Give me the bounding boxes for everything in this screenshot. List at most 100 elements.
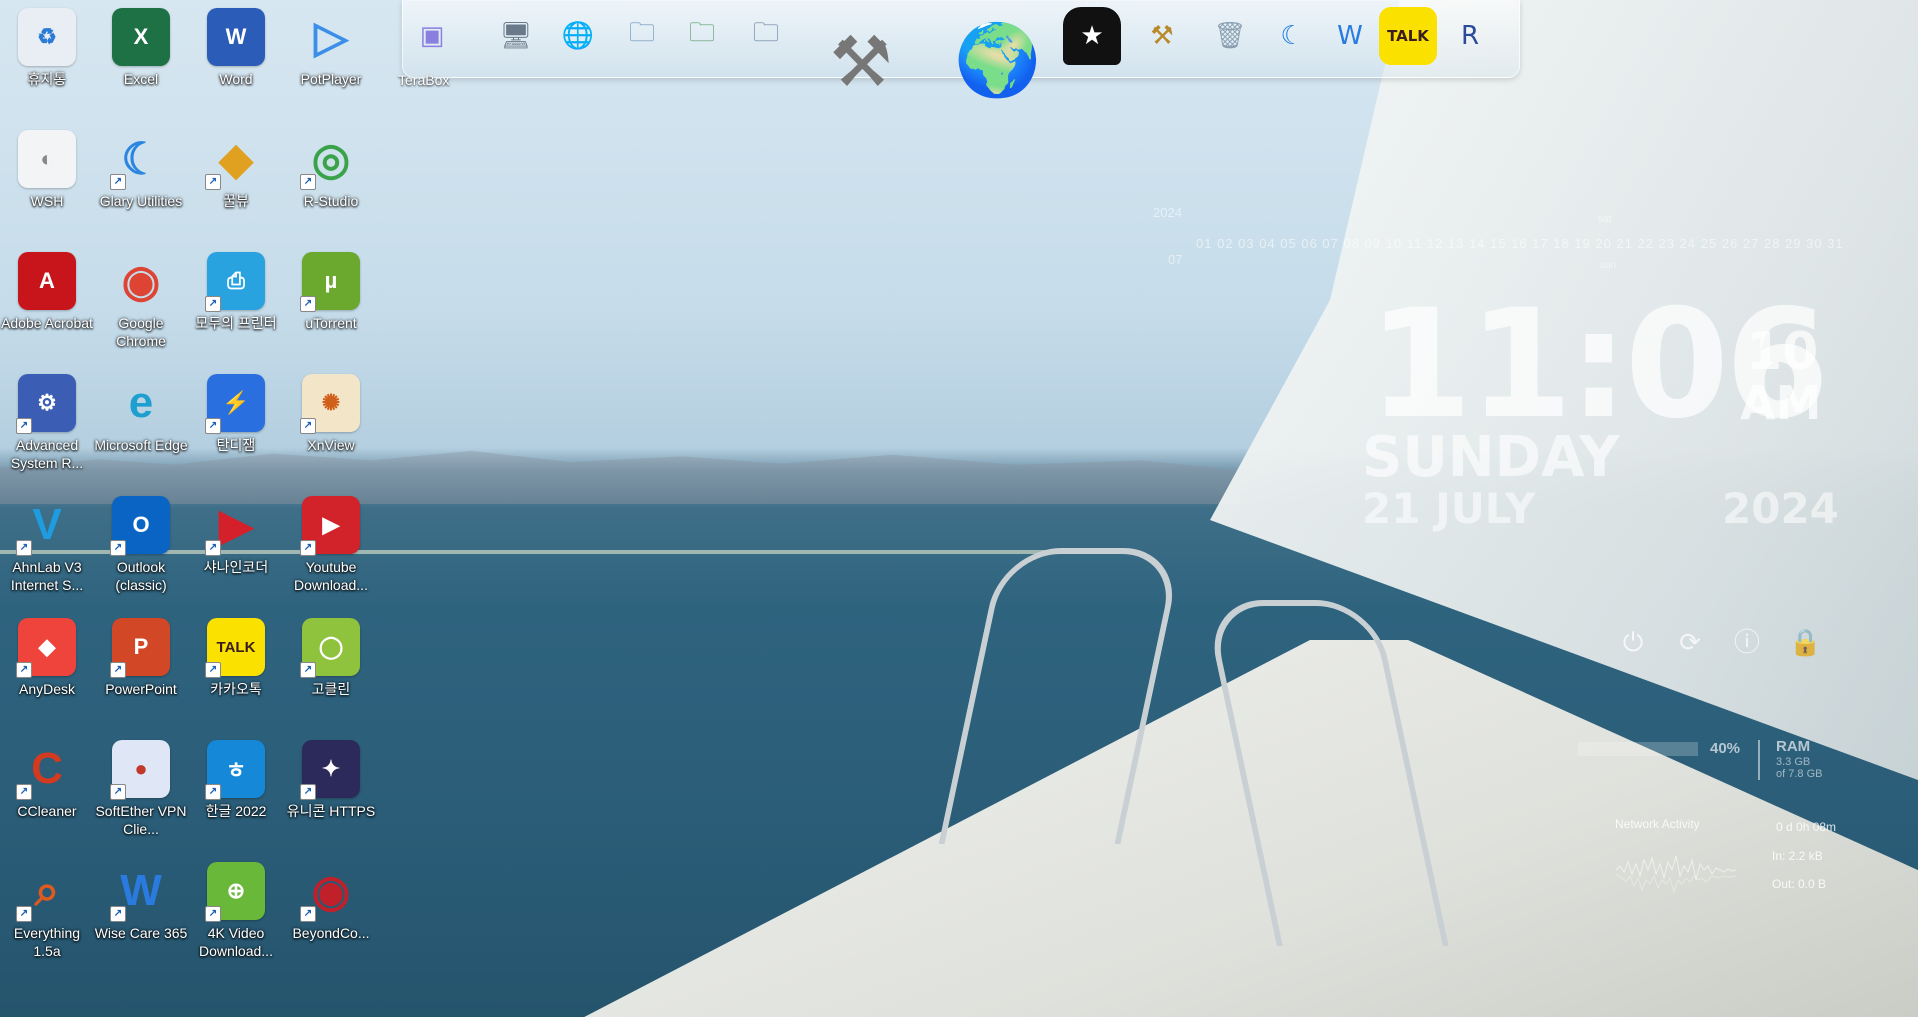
- wise-shield-icon[interactable]: W: [1321, 7, 1379, 65]
- desktop-shortcut[interactable]: µ ↗ uTorrent: [284, 244, 378, 362]
- calendar-weekday-top: sat: [1598, 214, 1612, 225]
- dock-launcher: ▣ 🖥 🌐 🗀 🗀 🗀 ⚒ 🌍 ★ ⚒ 🗑 ☾ W TALK R: [402, 0, 1520, 103]
- shortcut-arrow-icon: ↗: [300, 418, 316, 434]
- network-computer-icon[interactable]: 🖥: [487, 7, 545, 65]
- beyond-compare-icon: ◉ ↗: [300, 862, 360, 922]
- glary-moon-icon[interactable]: ☾: [1263, 7, 1321, 65]
- desktop-shortcut-label: 휴지통: [27, 71, 67, 87]
- folder-photos-icon[interactable]: 🗀: [737, 7, 795, 65]
- honeyview-icon: ◆ ↗: [205, 130, 265, 190]
- calendar-year: 2024: [1153, 205, 1182, 220]
- desktop-shortcut[interactable]: ● ↗ SoftEther VPN Clie...: [94, 732, 188, 850]
- info-icon[interactable]: ⓘ: [1732, 628, 1762, 658]
- globe-network-icon[interactable]: 🌐: [549, 7, 607, 65]
- folder-icon[interactable]: 🗀: [613, 7, 671, 65]
- desktop-shortcut-label: AnyDesk: [18, 681, 76, 697]
- desktop-shortcut-label: 고클린: [311, 681, 351, 697]
- desktop-shortcut[interactable]: ◉ ↗ BeyondCo...: [284, 854, 378, 972]
- desktop-shortcut[interactable]: ◉ Google Chrome: [94, 244, 188, 362]
- desktop-shortcut[interactable]: X Excel: [94, 0, 188, 118]
- shortcut-arrow-icon: ↗: [110, 540, 126, 556]
- desktop-shortcut[interactable]: ⎙ ↗ 모두의 프린터: [189, 244, 283, 362]
- trash-icon[interactable]: 🗑: [1201, 7, 1259, 65]
- desktop-shortcut[interactable]: ☾ ↗ Glary Utilities: [94, 122, 188, 240]
- desktop-shortcut[interactable]: ⚙ ↗ Advanced System R...: [0, 366, 94, 484]
- powerpoint-icon: P ↗: [110, 618, 170, 678]
- desktop-shortcut[interactable]: ◐ WSH: [0, 122, 94, 240]
- desktop-shortcut-label: Word: [219, 71, 253, 87]
- desktop-shortcut-label: SoftEther VPN Clie...: [95, 803, 187, 837]
- desktop-shortcut[interactable]: ⌕ ↗ Everything 1.5a: [0, 854, 94, 972]
- advanced-system-repair-icon: ⚙ ↗: [16, 374, 76, 434]
- desktop-shortcut[interactable]: ♻ 휴지통: [0, 0, 94, 118]
- glary-utilities-icon: ☾ ↗: [110, 130, 170, 190]
- desktop-shortcut[interactable]: ◎ ↗ R-Studio: [284, 122, 378, 240]
- desktop-shortcut-label: PotPlayer: [300, 71, 362, 87]
- calendar-days-row: 01 02 03 04 05 06 07 08 09 10 11 12 13 1…: [1196, 236, 1844, 251]
- desktop-shortcut-label: Excel: [123, 71, 159, 87]
- desktop-shortcut[interactable]: W Word: [189, 0, 283, 118]
- terabox-icon[interactable]: ▣: [403, 7, 461, 65]
- desktop-shortcut[interactable]: ◯ ↗ 고클린: [284, 610, 378, 728]
- google-chrome-icon: ◉: [121, 256, 161, 306]
- folder-green-icon[interactable]: 🗀: [673, 7, 731, 65]
- shortcut-arrow-icon: ↗: [205, 418, 221, 434]
- dock-label-terabox[interactable]: TeraBox: [398, 72, 449, 88]
- 4k-video-downloader-icon: ⊕ ↗: [205, 862, 265, 922]
- ram-used: 3.3 GB: [1776, 756, 1811, 768]
- shortcut-arrow-icon: ↗: [110, 662, 126, 678]
- restart-icon[interactable]: ⟳: [1675, 628, 1705, 658]
- cpu-meter-bar: [1578, 742, 1698, 756]
- clock-ampm: AM: [1740, 376, 1822, 430]
- shortcut-arrow-icon: ↗: [205, 662, 221, 678]
- lock-icon[interactable]: 🔒: [1789, 628, 1821, 658]
- desktop-shortcut[interactable]: O ↗ Outlook (classic): [94, 488, 188, 606]
- adobe-acrobat-icon: A: [18, 252, 76, 310]
- desktop-shortcut[interactable]: P ↗ PowerPoint: [94, 610, 188, 728]
- desktop-shortcut[interactable]: ✦ ↗ 유니콘 HTTPS: [284, 732, 378, 850]
- desktop-shortcut[interactable]: e Microsoft Edge: [94, 366, 188, 484]
- printer-icon: ⎙ ↗: [205, 252, 265, 312]
- shortcut-arrow-icon: ↗: [300, 784, 316, 800]
- clock-date: 21 JULY: [1362, 484, 1536, 533]
- uptime: 0 d 0h 08m: [1776, 820, 1837, 834]
- desktop-shortcut-label: 꿀뷰: [223, 193, 249, 209]
- desktop-shortcut[interactable]: ◆ ↗ AnyDesk: [0, 610, 94, 728]
- desktop-shortcut[interactable]: W ↗ Wise Care 365: [94, 854, 188, 972]
- clock-day: SUNDAY: [1362, 425, 1620, 490]
- hammer-tools-icon[interactable]: ⚒: [1133, 7, 1191, 65]
- shortcut-arrow-icon: ↗: [110, 174, 126, 190]
- globe-browser-icon[interactable]: 🌍: [943, 5, 1053, 115]
- desktop-shortcut[interactable]: ⊕ ↗ 4K Video Download...: [189, 854, 283, 972]
- desktop-shortcut[interactable]: ✺ ↗ XnView: [284, 366, 378, 484]
- desktop-shortcut[interactable]: ⚡ ↗ 탄디잼: [189, 366, 283, 484]
- desktop-shortcut-label: BeyondCo...: [292, 925, 370, 941]
- shortcut-arrow-icon: ↗: [300, 906, 316, 922]
- desktop-shortcut-label: WSH: [30, 193, 64, 209]
- desktop-shortcut[interactable]: A Adobe Acrobat: [0, 244, 94, 362]
- softether-vpn-icon: ● ↗: [110, 740, 170, 800]
- power-icon[interactable]: ⏻: [1618, 628, 1648, 658]
- desktop-shortcut[interactable]: ▷ PotPlayer: [284, 0, 378, 118]
- desktop-shortcut[interactable]: ▶ ↗ 샤나인코더: [189, 488, 283, 606]
- desktop-shortcut[interactable]: ㅎ ↗ 한글 2022: [189, 732, 283, 850]
- kakaotalk-dock-icon[interactable]: TALK: [1379, 7, 1437, 65]
- desktop-shortcut[interactable]: V ↗ AhnLab V3 Internet S...: [0, 488, 94, 606]
- r-restore-icon[interactable]: R: [1441, 7, 1499, 65]
- desktop-shortcut-label: 4K Video Download...: [199, 925, 273, 959]
- desktop-shortcut-label: CCleaner: [17, 803, 77, 819]
- desktop-shortcut[interactable]: ◆ ↗ 꿀뷰: [189, 122, 283, 240]
- desktop-shortcut[interactable]: C ↗ CCleaner: [0, 732, 94, 850]
- shortcut-arrow-icon: ↗: [205, 906, 221, 922]
- tshirt-icon[interactable]: ★: [1063, 7, 1121, 65]
- shortcut-arrow-icon: ↗: [205, 784, 221, 800]
- desktop-shortcut[interactable]: ▶ ↗ Youtube Download...: [284, 488, 378, 606]
- shortcut-arrow-icon: ↗: [300, 296, 316, 312]
- desktop-shortcut-label: 유니콘 HTTPS: [286, 803, 376, 819]
- system-tools-icon[interactable]: ⚒: [811, 7, 911, 117]
- network-title: Network Activity: [1615, 817, 1700, 831]
- shortcut-arrow-icon: ↗: [205, 174, 221, 190]
- desktop-shortcut-label: Microsoft Edge: [94, 437, 188, 453]
- desktop-shortcut[interactable]: TALK ↗ 카카오톡: [189, 610, 283, 728]
- bandizip-icon: ⚡ ↗: [205, 374, 265, 434]
